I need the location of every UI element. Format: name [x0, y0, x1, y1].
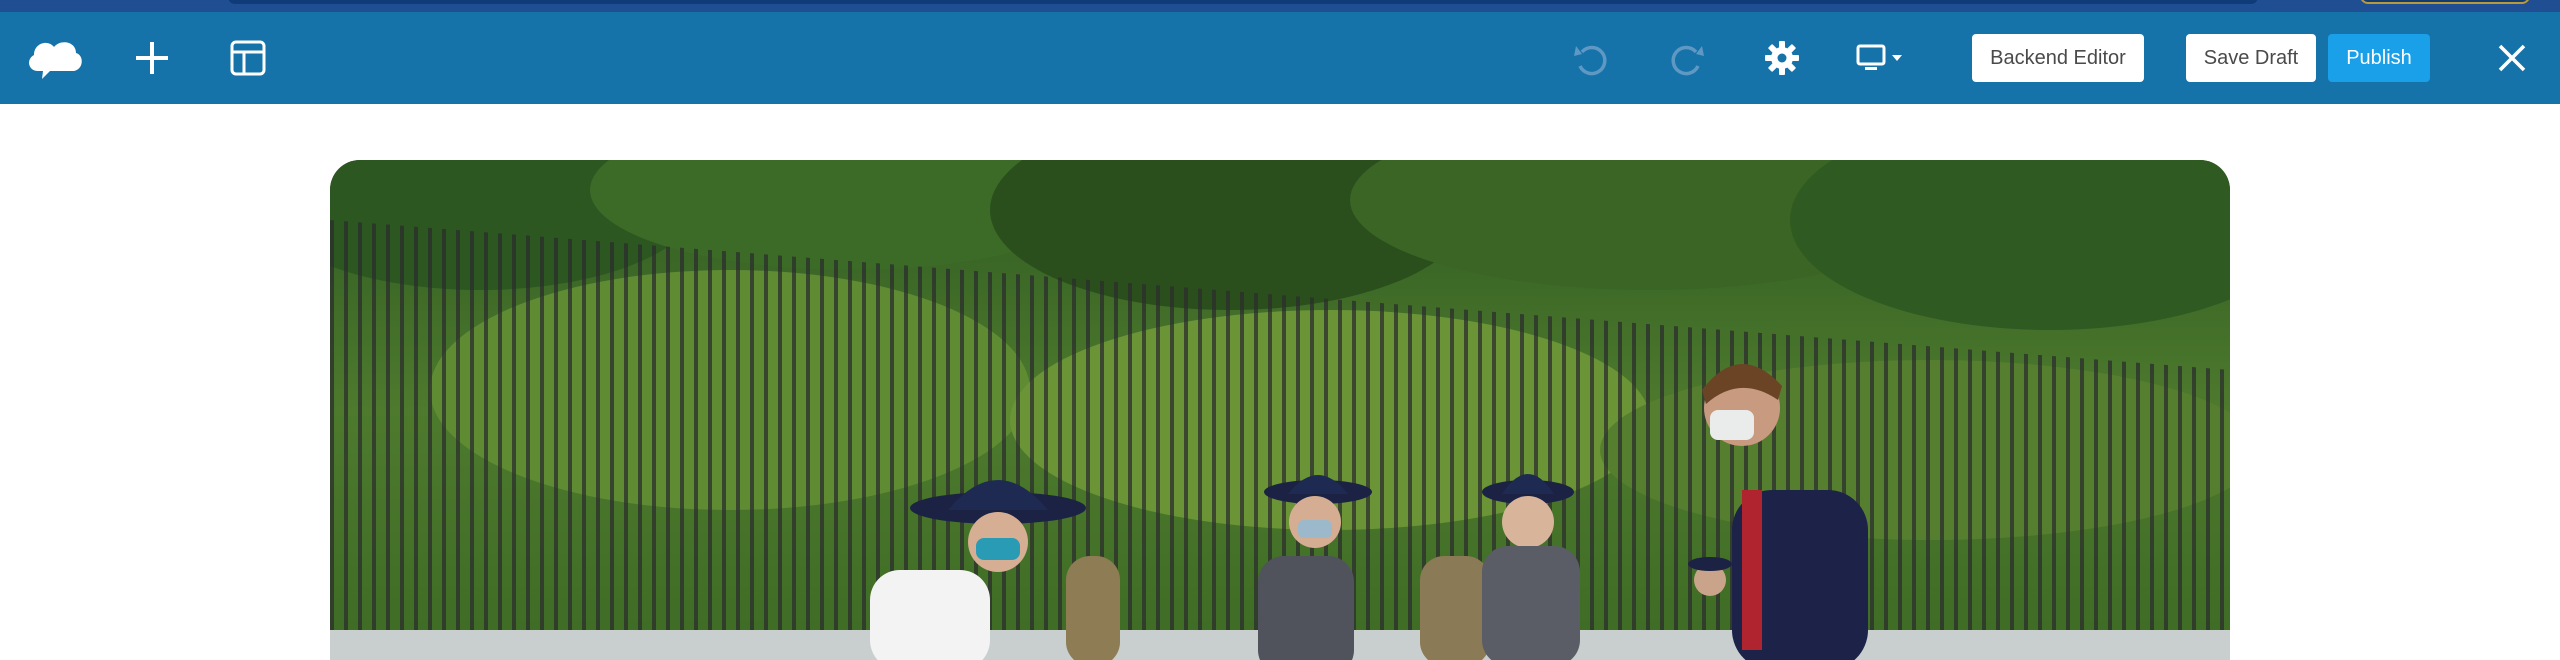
publish-button[interactable]: Publish [2328, 34, 2430, 82]
browser-top-strip [0, 0, 2560, 12]
chevron-down-icon [1892, 55, 1902, 61]
page-canvas [0, 104, 2560, 660]
cloud-logo-icon[interactable] [24, 32, 84, 84]
redo-icon[interactable] [1662, 32, 1714, 84]
layout-icon[interactable] [222, 32, 274, 84]
backend-editor-button[interactable]: Backend Editor [1972, 34, 2144, 82]
address-bar [228, 0, 2258, 4]
responsive-preview-dropdown[interactable] [1850, 32, 1914, 84]
plus-icon[interactable] [126, 32, 178, 84]
gear-icon[interactable] [1756, 32, 1808, 84]
desktop-icon [1856, 44, 1902, 70]
save-draft-button[interactable]: Save Draft [2186, 34, 2316, 82]
browser-extension-button [2360, 0, 2530, 4]
hero-photo [330, 160, 2230, 660]
hero-image[interactable] [330, 160, 2230, 660]
close-icon[interactable] [2486, 32, 2538, 84]
undo-icon[interactable] [1564, 32, 1616, 84]
editor-toolbar: Backend Editor Save Draft Publish [0, 12, 2560, 104]
